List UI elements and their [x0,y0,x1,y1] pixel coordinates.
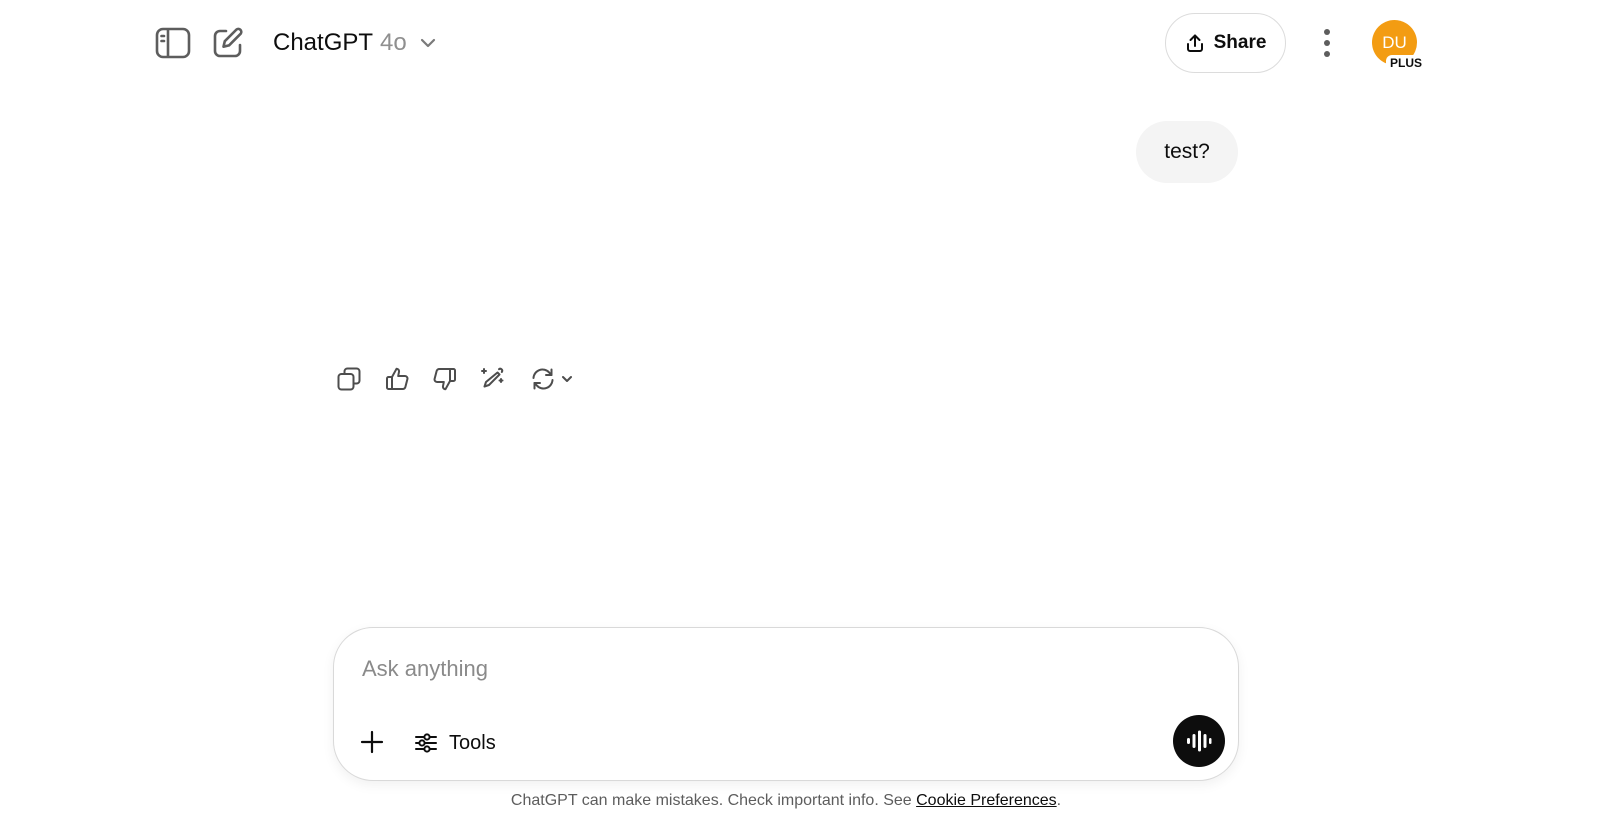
model-name: 4o [380,29,407,56]
user-message-bubble: test? [1136,121,1238,183]
disclaimer-text: ChatGPT can make mistakes. Check importa… [510,792,917,809]
thumbs-down-icon [433,368,456,391]
share-button[interactable]: Share [1165,13,1286,73]
edit-in-canvas-icon [481,367,504,388]
sidebar-icon [155,27,191,59]
plan-badge: PLUS [1386,55,1427,71]
copy-icon [337,367,361,391]
share-label: Share [1213,32,1267,53]
chevron-down-icon [420,38,435,48]
avatar-initials: DU [1382,32,1407,52]
plus-icon [360,730,384,754]
cookie-preferences-link[interactable]: Cookie Preferences [916,792,1057,809]
disclaimer-suffix: . [1056,792,1062,809]
regenerate-icon [532,368,554,390]
disclaimer: ChatGPT can make mistakes. Check importa… [0,792,1572,810]
user-message-text: test? [1164,140,1210,163]
voice-mode-button[interactable] [1173,715,1225,767]
model-selector[interactable]: ChatGPT 4o [273,26,438,60]
prompt-input[interactable] [362,652,1162,686]
tools-button[interactable]: Tools [410,725,500,761]
share-icon [1186,34,1203,52]
chevron-down-icon [562,376,572,382]
good-response-button[interactable] [380,362,414,396]
app-title: ChatGPT [273,29,374,56]
copy-button[interactable] [332,362,366,396]
thumbs-up-icon [386,367,409,390]
attach-button[interactable] [354,724,390,760]
composer: Tools [333,627,1239,781]
sliders-icon [415,733,437,753]
more-vertical-icon [1324,29,1330,57]
regenerate-button[interactable] [524,362,580,396]
new-chat-icon [213,27,243,58]
voice-waveform-icon [1187,730,1212,752]
sidebar-toggle-button[interactable] [152,23,194,63]
bad-response-button[interactable] [428,362,462,396]
tools-label: Tools [449,731,496,754]
more-options-button[interactable] [1308,22,1346,64]
edit-in-canvas-button[interactable] [476,362,510,396]
new-chat-button[interactable] [207,23,249,63]
